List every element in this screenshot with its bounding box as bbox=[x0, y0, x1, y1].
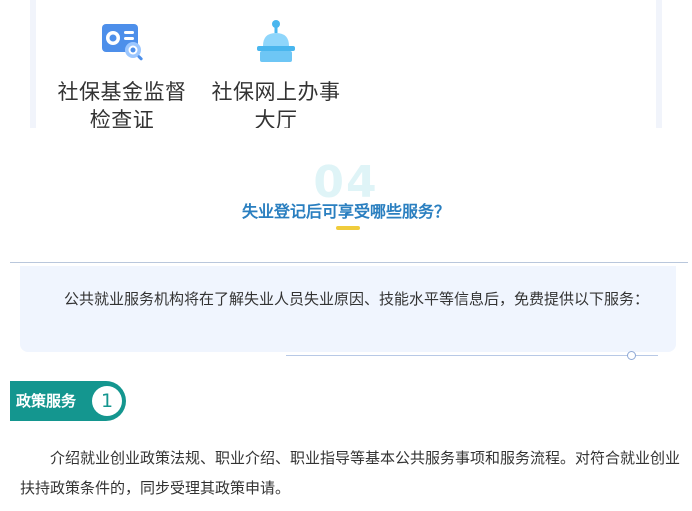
supervision-certificate-icon bbox=[102, 24, 143, 61]
section-title: 失业登记后可享受哪些服务？ bbox=[241, 202, 450, 221]
service-item-supervision[interactable]: 社保基金监督检查证 bbox=[52, 16, 192, 128]
online-service-hall-icon bbox=[257, 20, 295, 62]
service-item-label: 社保网上办事大厅 bbox=[211, 80, 341, 128]
policy-tag-label: 政策服务 bbox=[16, 392, 77, 410]
service-item-online-hall[interactable]: 社保网上办事大厅 bbox=[206, 16, 346, 128]
service-item-label: 社保基金监督检查证 bbox=[57, 80, 187, 128]
policy-description: 介绍就业创业政策法规、职业介绍、职业指导等基本公共服务事项和服务流程。对符合就业… bbox=[20, 449, 681, 497]
intro-box: 公共就业服务机构将在了解失业人员失业原因、技能水平等信息后，免费提供以下服务： bbox=[20, 266, 676, 352]
decorative-line bbox=[286, 355, 658, 356]
decorative-dot bbox=[627, 351, 636, 360]
intro-text: 公共就业服务机构将在了解失业人员失业原因、技能水平等信息后，免费提供以下服务： bbox=[64, 290, 650, 308]
service-icons-card: 社保基金监督检查证 社保网上办事大厅 bbox=[30, 0, 662, 128]
policy-service-tag: 政策服务 1 bbox=[10, 381, 126, 421]
section-divider bbox=[10, 262, 688, 263]
title-underline bbox=[336, 226, 360, 230]
article-page: 社保基金监督检查证 社保网上办事大厅 04 失业登记后可享受哪些服务？ 公共就业… bbox=[0, 0, 692, 511]
policy-tag-number-badge: 1 bbox=[92, 386, 122, 416]
